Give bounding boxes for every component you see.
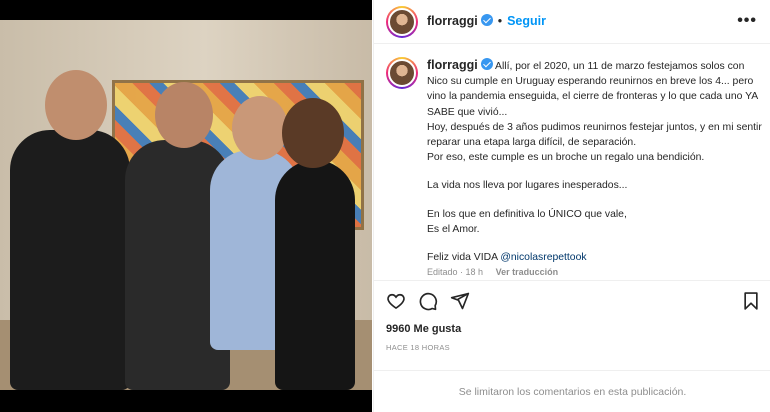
caption-mention-link[interactable]: @nicolasrepettook bbox=[500, 252, 586, 263]
caption-section: florraggi Allí, por el 2020, un 11 de ma… bbox=[374, 45, 770, 280]
avatar-image bbox=[388, 59, 416, 87]
caption-username[interactable]: florraggi bbox=[427, 58, 478, 72]
caption-line-5: En los que en definitiva lo ÚNICO que va… bbox=[427, 208, 627, 220]
dot-separator: • bbox=[497, 14, 503, 28]
bookmark-icon[interactable] bbox=[741, 291, 761, 311]
comment-icon[interactable] bbox=[418, 291, 438, 311]
verified-badge-icon bbox=[480, 14, 493, 26]
caption-avatar[interactable] bbox=[386, 57, 418, 89]
photo-person-3-head bbox=[232, 96, 288, 160]
edited-label: Editado · 18 h bbox=[427, 267, 484, 277]
see-translation-link[interactable]: Ver traducción bbox=[496, 267, 559, 277]
photo-person-1 bbox=[10, 130, 130, 390]
post-timestamp[interactable]: HACE 18 HORAS bbox=[386, 343, 450, 352]
caption-line-3: Por eso, este cumple es un broche un reg… bbox=[427, 152, 705, 164]
post-header: florraggi • Seguir ••• bbox=[374, 0, 770, 44]
action-bar bbox=[374, 280, 770, 320]
likes-count[interactable]: 9960 Me gusta bbox=[386, 323, 461, 335]
photo-person-4-head bbox=[282, 98, 344, 168]
comments-limited-notice: Se limitaron los comentarios en esta pub… bbox=[374, 370, 770, 412]
verified-badge-icon bbox=[480, 58, 493, 70]
photo-person-2-head bbox=[155, 82, 213, 148]
follow-button[interactable]: Seguir bbox=[507, 14, 546, 28]
caption-line-6: Es el Amor. bbox=[427, 223, 480, 235]
caption-meta: Editado · 18 h Ver traducción bbox=[427, 267, 558, 277]
more-options-icon[interactable]: ••• bbox=[737, 12, 757, 30]
header-username[interactable]: florraggi bbox=[427, 14, 478, 28]
avatar[interactable] bbox=[386, 6, 418, 38]
post-photo[interactable] bbox=[0, 20, 372, 390]
share-icon[interactable] bbox=[450, 291, 470, 311]
header-name-row: florraggi • Seguir bbox=[427, 14, 546, 28]
photo-person-4 bbox=[275, 160, 355, 390]
photo-person-1-head bbox=[45, 70, 107, 140]
caption-line-7: Feliz vida VIDA bbox=[427, 252, 498, 264]
media-panel bbox=[0, 0, 372, 412]
caption-line-4: La vida nos lleva por lugares inesperado… bbox=[427, 180, 628, 192]
heart-icon[interactable] bbox=[386, 291, 406, 311]
avatar-image bbox=[388, 8, 416, 36]
post-details-panel: florraggi • Seguir ••• florraggi Allí, por… bbox=[373, 0, 770, 412]
caption-line-2: Hoy, después de 3 años pudimos reunirnos… bbox=[427, 121, 762, 149]
caption-text: florraggi Allí, por el 2020, un 11 de ma… bbox=[427, 58, 762, 265]
